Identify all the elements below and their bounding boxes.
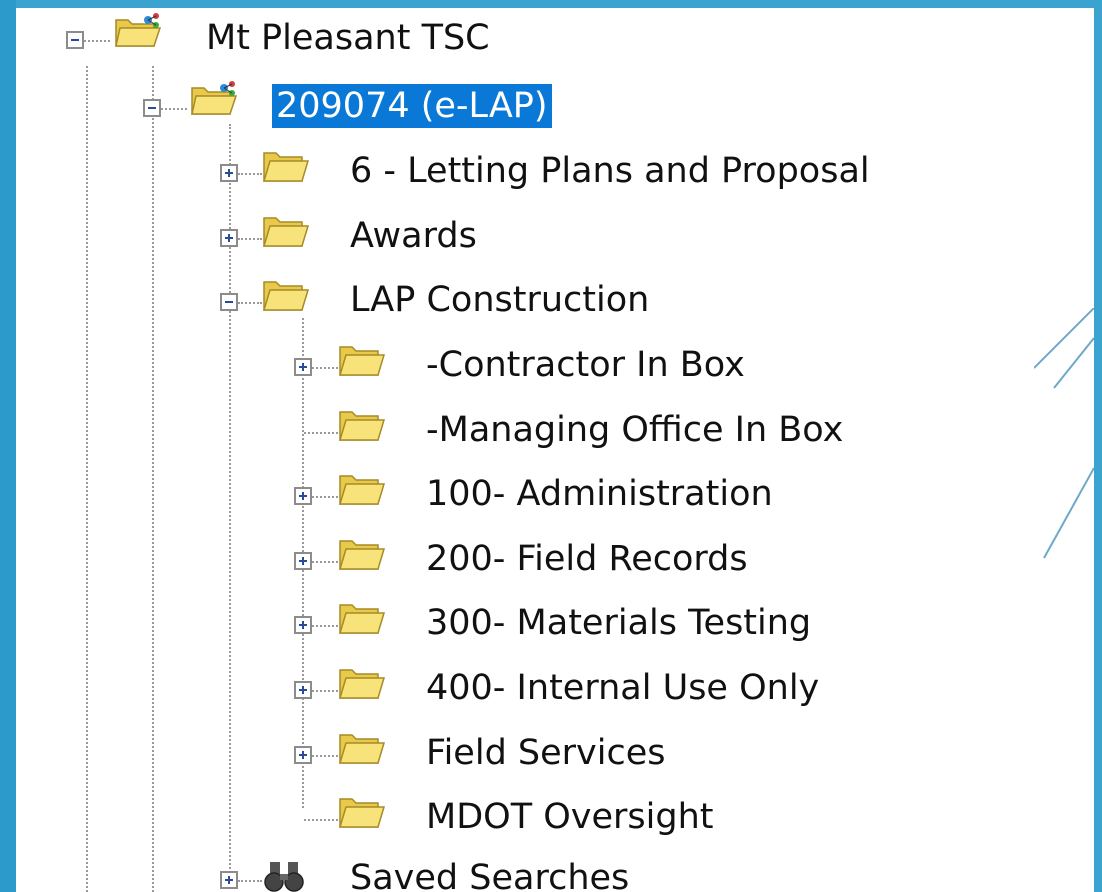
expand-toggle[interactable] [294, 487, 312, 505]
folder-icon [338, 411, 386, 441]
tree-connector [312, 690, 338, 692]
tree-node-label: -Contractor In Box [426, 345, 745, 385]
folder-icon [262, 152, 310, 182]
tree-node-contractor-in-box[interactable]: -Contractor In Box [16, 335, 916, 391]
expand-toggle[interactable] [294, 358, 312, 376]
tree-connector [312, 755, 338, 757]
tree-node-saved-searches[interactable]: Saved Searches [16, 848, 816, 892]
slide-background [0, 0, 16, 892]
folder-icon [338, 346, 386, 376]
project-folder-icon [115, 13, 162, 47]
tree-connector [304, 432, 338, 434]
tree-connector [312, 625, 338, 627]
tree-node-label: 400- Internal Use Only [426, 668, 820, 708]
tree-node-label: 100- Administration [426, 474, 773, 514]
tree-connector [312, 496, 338, 498]
tree-node-300-materials-testing[interactable]: 300- Materials Testing [16, 593, 916, 649]
folder-icon [338, 475, 386, 505]
folder-icon [262, 217, 310, 247]
folder-icon [338, 669, 386, 699]
collapse-toggle[interactable] [143, 99, 161, 117]
tree-node-label: Awards [350, 216, 477, 256]
tree-node-200-field-records[interactable]: 200- Field Records [16, 529, 916, 585]
folder-icon [338, 604, 386, 634]
tree-node-label: 200- Field Records [426, 539, 748, 579]
tree-node-field-services[interactable]: Field Services [16, 723, 916, 779]
tree-node-label: Field Services [426, 733, 666, 773]
binoculars-icon [264, 862, 304, 892]
expand-toggle[interactable] [220, 871, 238, 889]
tree-connector [304, 819, 338, 821]
tree-node-label: 300- Materials Testing [426, 603, 812, 643]
tree-connector [238, 880, 262, 882]
tree-node-lap-construction[interactable]: LAP Construction [16, 270, 716, 326]
tree-node-label-selected: 209074 (e-LAP) [272, 84, 552, 128]
tree-node-209074-elap[interactable]: 209074 (e-LAP) [16, 76, 716, 132]
tree-node-awards[interactable]: Awards [16, 206, 716, 262]
tree-connector [238, 238, 262, 240]
tree-connector [312, 561, 338, 563]
tree-connector [238, 302, 262, 304]
collapse-toggle[interactable] [220, 293, 238, 311]
tree-node-managing-office-in-box[interactable]: -Managing Office In Box [16, 400, 1016, 456]
folder-icon [338, 540, 386, 570]
tree-node-400-internal-use-only[interactable]: 400- Internal Use Only [16, 658, 916, 714]
tree-connector [312, 367, 338, 369]
tree-node-label: Mt Pleasant TSC [206, 18, 490, 58]
expand-toggle[interactable] [294, 681, 312, 699]
tree-node-label: MDOT Oversight [426, 797, 714, 837]
expand-toggle[interactable] [220, 229, 238, 247]
folder-icon [262, 281, 310, 311]
folder-icon [338, 734, 386, 764]
tree-node-100-administration[interactable]: 100- Administration [16, 464, 916, 520]
collapse-toggle[interactable] [66, 31, 84, 49]
tree-connector [84, 40, 110, 42]
tree-node-label: LAP Construction [350, 280, 650, 320]
tree-connector [238, 173, 262, 175]
tree-node-mt-pleasant-tsc[interactable]: Mt Pleasant TSC [16, 8, 716, 64]
expand-toggle[interactable] [294, 616, 312, 634]
tree-node-label: Saved Searches [350, 858, 630, 892]
tree-node-label: -Managing Office In Box [426, 410, 844, 450]
expand-toggle[interactable] [294, 746, 312, 764]
tree-node-mdot-oversight[interactable]: MDOT Oversight [16, 787, 916, 843]
decorative-lines [1034, 308, 1094, 559]
expand-toggle[interactable] [220, 164, 238, 182]
folder-icon [338, 798, 386, 828]
tree-connector [161, 108, 187, 110]
tree-node-letting-plans[interactable]: 6 - Letting Plans and Proposal [16, 141, 1016, 197]
tree-node-label: 6 - Letting Plans and Proposal [350, 151, 870, 191]
project-folder-icon [191, 81, 238, 115]
expand-toggle[interactable] [294, 552, 312, 570]
tree-view-panel: Mt Pleasant TSC 209074 (e-LAP) 6 - Letti… [16, 8, 1094, 892]
